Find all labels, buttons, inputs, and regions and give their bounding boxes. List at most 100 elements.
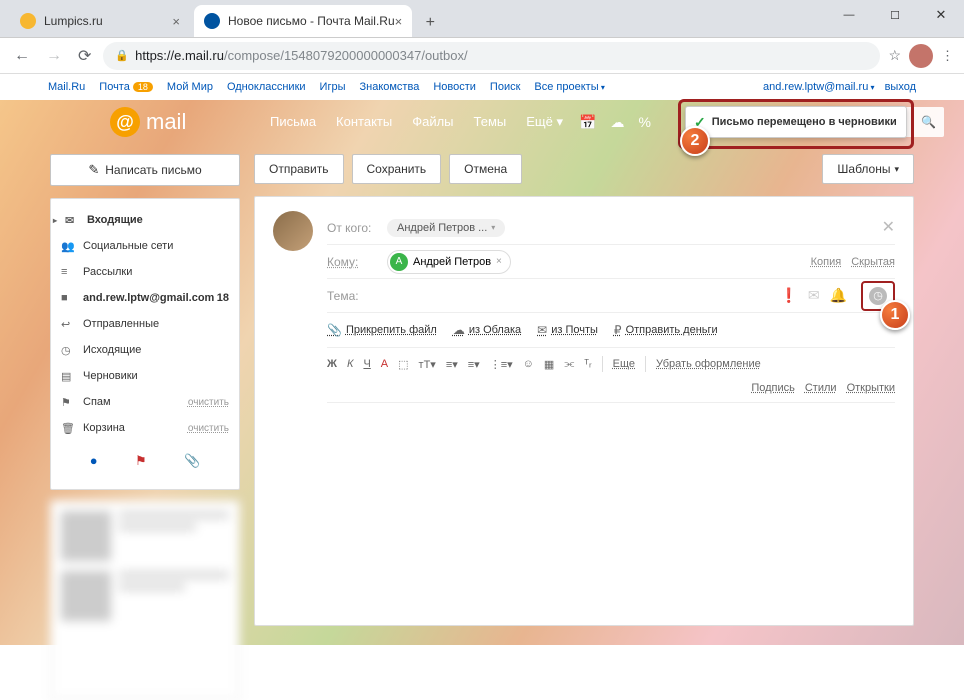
toplink[interactable]: Игры — [320, 81, 346, 93]
unread-filter-icon[interactable]: ● — [90, 453, 98, 469]
notification-toast: ✓ Письмо перемещено в черновики — [685, 106, 907, 138]
nav-item[interactable]: Файлы — [412, 114, 453, 130]
envelope-icon: ✉ — [537, 323, 547, 337]
cloud-icon: ☁ — [453, 323, 465, 337]
translit-button[interactable]: ᵀᵣ — [584, 358, 591, 370]
nav-item[interactable]: Контакты — [336, 114, 392, 130]
folder-icon: ■ — [61, 292, 75, 304]
cards-link[interactable]: Открытки — [847, 382, 895, 394]
minimize-button[interactable]: — — [826, 0, 872, 30]
toplink[interactable]: Мой Мир — [167, 81, 213, 93]
cc-link[interactable]: Копия — [811, 256, 842, 268]
underline-button[interactable]: Ч — [363, 358, 370, 370]
close-compose-icon[interactable]: ✕ — [882, 217, 895, 237]
cloud-icon[interactable]: ☁ — [610, 114, 624, 131]
nav-item[interactable]: Письма — [270, 114, 316, 130]
folder-newsletters[interactable]: ≡Рассылки — [51, 259, 239, 285]
attach-file-link[interactable]: 📎Прикрепить файл — [327, 323, 437, 337]
bgcolor-button[interactable]: ⬚ — [398, 358, 408, 371]
logout-link[interactable]: выход — [885, 81, 916, 93]
calendar-icon[interactable]: 📅 — [579, 114, 596, 131]
maximize-button[interactable]: ☐ — [872, 0, 918, 30]
editor-body[interactable] — [327, 403, 895, 583]
folder-trash[interactable]: 🗑Корзинаочистить — [51, 415, 239, 441]
toplink[interactable]: Одноклассники — [227, 81, 306, 93]
close-tab-icon[interactable]: × — [395, 14, 403, 29]
remove-recipient-icon[interactable]: × — [496, 256, 502, 267]
url-field[interactable]: 🔒 https://e.mail.ru/compose/154807920000… — [103, 42, 880, 70]
bold-button[interactable]: Ж — [327, 358, 337, 370]
toplink[interactable]: Почта 18 — [99, 81, 153, 93]
italic-button[interactable]: К — [347, 358, 353, 370]
clear-link[interactable]: очистить — [188, 397, 229, 408]
folder-inbox[interactable]: ✉Входящие — [51, 207, 239, 233]
folder-social[interactable]: 👥Социальные сети — [51, 233, 239, 259]
bcc-link[interactable]: Скрытая — [851, 256, 895, 268]
flag-icon: ⚑ — [61, 396, 75, 409]
recipient-chip[interactable]: А Андрей Петров × — [387, 250, 511, 274]
search-icon[interactable]: 🔍 — [921, 115, 936, 129]
close-tab-icon[interactable]: × — [172, 14, 180, 29]
nav-item[interactable]: Ещё ▾ — [526, 114, 563, 130]
close-window-button[interactable]: ✕ — [918, 0, 964, 30]
notify-icon[interactable]: 🔔 — [830, 287, 847, 304]
ruble-icon: ₽ — [614, 323, 622, 337]
clear-format-button[interactable]: Убрать оформление — [656, 358, 761, 370]
folder-drafts[interactable]: ▤Черновики — [51, 363, 239, 389]
receipt-icon[interactable]: ✉ — [808, 287, 820, 304]
to-label[interactable]: Кому: — [327, 255, 387, 269]
unread-badge: 18 — [133, 82, 153, 92]
toplink[interactable]: Знакомства — [359, 81, 419, 93]
portal-toplinks: Mail.Ru Почта 18 Мой Мир Одноклассники И… — [0, 74, 964, 100]
styles-link[interactable]: Стили — [805, 382, 837, 394]
user-email-link[interactable]: and.rew.lptw@mail.ru — [763, 81, 875, 93]
attach-cloud-link[interactable]: ☁из Облака — [453, 323, 521, 337]
align-button[interactable]: ≡▾ — [446, 358, 458, 371]
at-icon: @ — [110, 107, 140, 137]
schedule-icon[interactable]: ◷ — [869, 287, 887, 305]
new-tab-button[interactable]: + — [416, 9, 444, 37]
compose-label: Написать письмо — [105, 163, 201, 177]
send-button[interactable]: Отправить — [254, 154, 344, 184]
textcolor-button[interactable]: А — [381, 358, 388, 370]
cancel-button[interactable]: Отмена — [449, 154, 522, 184]
image-button[interactable]: ▦ — [544, 358, 554, 371]
toplink[interactable]: Mail.Ru — [48, 81, 85, 93]
reload-button[interactable]: ⟳ — [74, 46, 95, 66]
folder-outbox[interactable]: ◷Исходящие — [51, 337, 239, 363]
bookmark-icon[interactable]: ☆ — [888, 47, 901, 64]
percent-icon[interactable]: % — [638, 114, 650, 130]
flagged-filter-icon[interactable]: ⚑ — [135, 453, 147, 469]
browser-tab[interactable]: Lumpics.ru × — [10, 5, 190, 37]
logo-text: mail — [146, 109, 186, 135]
save-button[interactable]: Сохранить — [352, 154, 442, 184]
send-money-link[interactable]: ₽Отправить деньги — [614, 323, 718, 337]
browser-tab-active[interactable]: Новое письмо - Почта Mail.Ru × — [194, 5, 412, 37]
forward-button[interactable]: → — [42, 47, 66, 65]
toplink-dropdown[interactable]: Все проекты — [534, 81, 604, 93]
indent-button[interactable]: ≡▾ — [468, 358, 480, 371]
fontsize-button[interactable]: тТ▾ — [419, 358, 436, 371]
menu-icon[interactable]: ⋮ — [941, 48, 954, 64]
folder-spam[interactable]: ⚑Спамочистить — [51, 389, 239, 415]
attach-mail-link[interactable]: ✉из Почты — [537, 323, 598, 337]
link-button[interactable]: ⫘ — [564, 358, 574, 371]
signature-link[interactable]: Подпись — [751, 382, 795, 394]
clear-link[interactable]: очистить — [188, 423, 229, 434]
profile-avatar[interactable] — [909, 44, 933, 68]
back-button[interactable]: ← — [10, 47, 34, 65]
emoji-button[interactable]: ☺ — [523, 358, 534, 370]
attachment-filter-icon[interactable]: 📎 — [184, 453, 200, 469]
logo[interactable]: @ mail — [110, 107, 186, 137]
folder-sent[interactable]: ↩Отправленные — [51, 311, 239, 337]
templates-button[interactable]: Шаблоны — [822, 154, 914, 184]
nav-item[interactable]: Темы — [474, 114, 507, 130]
more-button[interactable]: Еще — [613, 358, 635, 370]
toplink[interactable]: Новости — [433, 81, 476, 93]
compose-button[interactable]: ✎ Написать письмо — [50, 154, 240, 186]
priority-icon[interactable]: ❗ — [780, 287, 797, 304]
list-button[interactable]: ⋮≡▾ — [490, 358, 513, 371]
toplink[interactable]: Поиск — [490, 81, 520, 93]
from-chip[interactable]: Андрей Петров ...▾ — [387, 219, 505, 237]
folder-account[interactable]: ■and.rew.lptw@gmail.com18 — [51, 285, 239, 311]
